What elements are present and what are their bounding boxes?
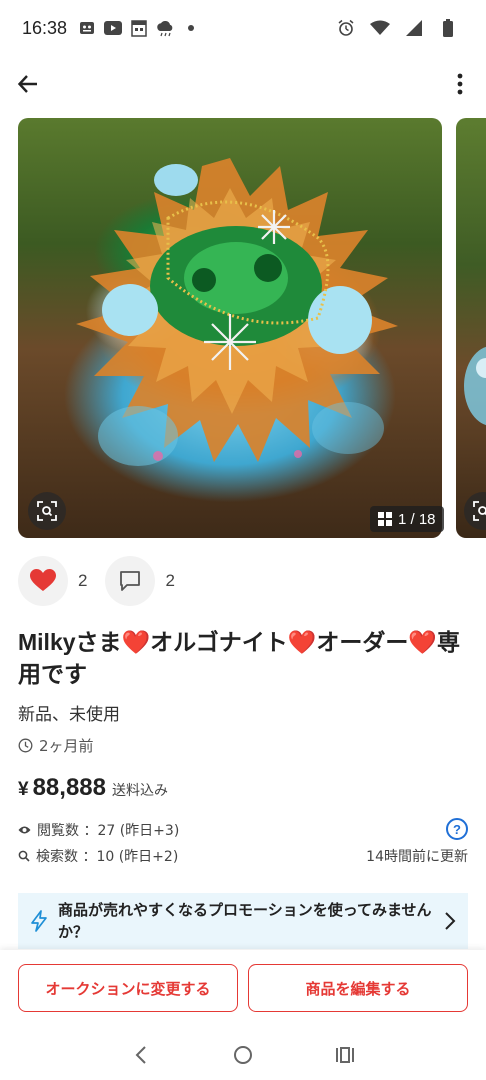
more-options-button[interactable] — [448, 68, 472, 100]
status-time: 16:38 — [22, 17, 68, 38]
lightning-icon — [31, 910, 47, 932]
bottom-action-bar: オークションに変更する 商品を編集する — [0, 950, 486, 1030]
product-photo[interactable] — [18, 118, 442, 538]
promotion-text: 商品が売れやすくなるプロモーションを使ってみませんか？ — [58, 901, 432, 941]
alarm-icon — [336, 19, 356, 37]
comment-count: 2 — [165, 571, 175, 590]
item-condition: 新品、未使用 — [18, 705, 120, 725]
search-text: 検索数 ：10 (昨日+2) — [36, 849, 179, 865]
promotion-banner[interactable]: 商品が売れやすくなるプロモーションを使ってみませんか？ — [18, 893, 468, 949]
wifi-icon — [370, 19, 390, 37]
search-stat: 検索数 ：10 (昨日+2) — [18, 846, 178, 866]
calendar-icon — [129, 19, 149, 37]
youtube-icon — [103, 19, 123, 37]
recents-icon — [336, 1047, 354, 1063]
price-value: 88,888 — [32, 774, 106, 801]
shipping-label: 送料込み — [111, 783, 168, 799]
next-product-photo[interactable] — [456, 118, 486, 538]
image-search-icon — [473, 501, 486, 521]
home-circle-icon — [234, 1046, 252, 1064]
stats-help-button[interactable]: ? — [446, 818, 468, 840]
back-button[interactable] — [12, 68, 44, 100]
views-stat: 閲覧数 ：27 (昨日+3) — [18, 820, 179, 840]
system-back-button[interactable] — [126, 1040, 156, 1070]
app-notification-icon — [77, 19, 97, 37]
chevron-right-icon — [445, 912, 456, 930]
dot-icon — [181, 19, 201, 37]
grid-icon — [378, 512, 392, 526]
reactions-row: 2 2 — [18, 556, 193, 606]
heart-icon — [30, 569, 56, 591]
signal-icon — [404, 19, 424, 37]
system-navigation-bar — [0, 1030, 486, 1080]
views-text: 閲覧数 ：27 (昨日+3) — [37, 823, 180, 839]
image-search-icon — [37, 501, 57, 521]
search-icon — [18, 850, 30, 862]
posted-time-text: 2ヶ月前 — [39, 737, 94, 755]
item-title: Milkyさま❤️オルゴナイト❤️オーダー❤️専用です — [18, 629, 460, 687]
battery-icon — [438, 19, 458, 37]
updated-time: 14時間前に更新 — [366, 849, 468, 865]
price-row: ¥ 88,888 送料込み — [18, 774, 168, 802]
system-home-button[interactable] — [228, 1040, 258, 1070]
image-counter[interactable]: 1 / 18 — [370, 506, 444, 532]
app-bar — [0, 56, 486, 112]
chevron-left-icon — [135, 1046, 146, 1064]
more-vertical-icon — [457, 73, 463, 95]
posted-time: 2ヶ月前 — [18, 735, 94, 756]
image-carousel[interactable]: 1 / 18 — [0, 118, 486, 538]
price-currency: ¥ — [18, 779, 29, 800]
arrow-left-icon — [17, 75, 37, 93]
edit-item-button[interactable]: 商品を編集する — [248, 964, 468, 1012]
like-button[interactable] — [18, 556, 68, 606]
comment-icon — [120, 571, 141, 591]
comment-button[interactable] — [105, 556, 156, 606]
like-count: 2 — [78, 571, 88, 590]
eye-icon — [18, 826, 31, 834]
change-to-auction-button[interactable]: オークションに変更する — [18, 964, 238, 1012]
weather-icon — [155, 19, 175, 37]
image-search-button[interactable] — [28, 492, 66, 530]
image-counter-text: 1 / 18 — [398, 510, 436, 528]
system-recents-button[interactable] — [330, 1040, 360, 1070]
clock-icon — [18, 738, 33, 753]
status-bar: 16:38 — [0, 0, 486, 56]
